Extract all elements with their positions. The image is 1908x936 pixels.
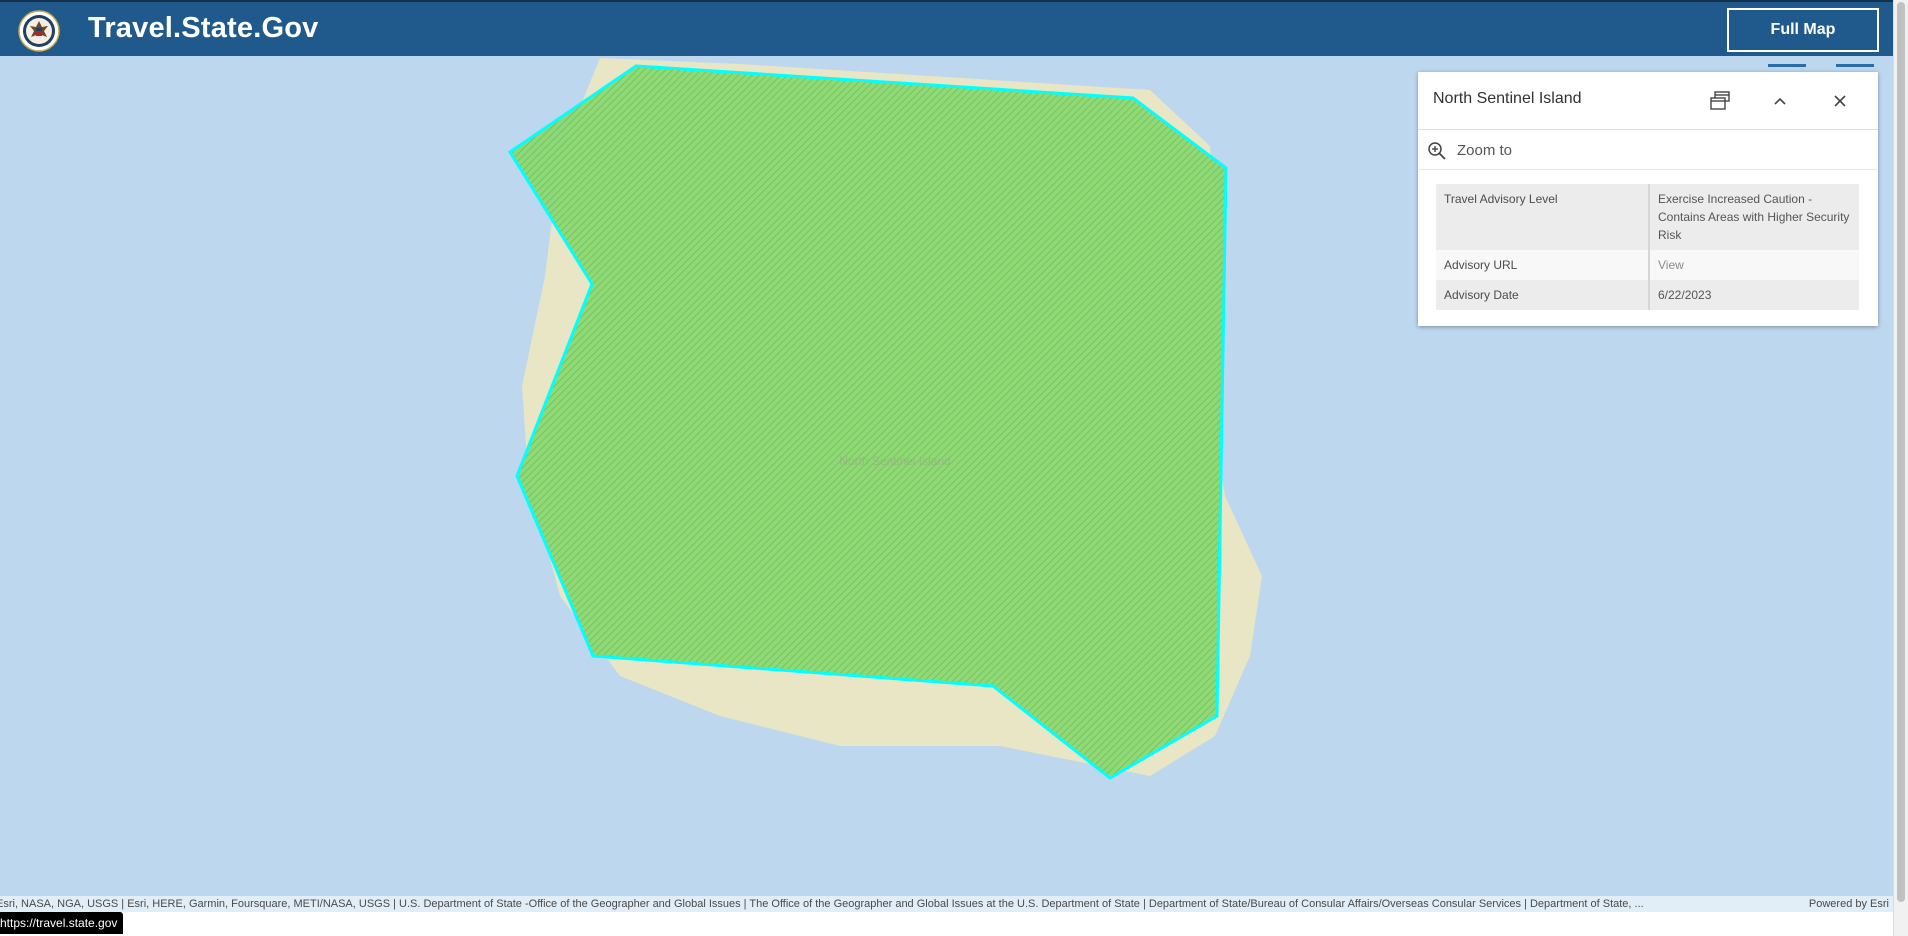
advisory-url-link[interactable]: View: [1649, 250, 1859, 280]
attribute-value: 6/22/2023: [1649, 280, 1859, 310]
page-bottom-strip: [0, 912, 1893, 936]
island-map-label: North Sentinel Island: [839, 454, 951, 468]
map-widget-tab-right[interactable]: [1836, 64, 1874, 67]
attribute-table: Travel Advisory Level Exercise Increased…: [1436, 184, 1859, 310]
close-popup-button[interactable]: [1825, 86, 1855, 116]
close-icon: [1834, 95, 1846, 107]
powered-by-esri-link[interactable]: Powered by Esri: [1809, 896, 1889, 912]
table-row: Advisory Date 6/22/2023: [1436, 280, 1859, 310]
browser-status-url: https://travel.state.gov: [0, 912, 124, 934]
attribute-key: Advisory URL: [1436, 250, 1650, 280]
vertical-scrollbar[interactable]: [1893, 0, 1908, 936]
popup-title: North Sentinel Island: [1433, 90, 1582, 107]
popup-header: North Sentinel Island: [1418, 72, 1878, 130]
site-title[interactable]: Travel.State.Gov: [88, 12, 318, 45]
zoom-in-icon: [1428, 142, 1446, 160]
us-state-department-seal-icon[interactable]: [18, 10, 60, 52]
zoom-to-action[interactable]: Zoom to: [1418, 130, 1878, 170]
full-map-button[interactable]: Full Map: [1727, 8, 1879, 52]
attribution-text: Esri, NASA, NGA, USGS | Esri, HERE, Garm…: [0, 898, 1644, 910]
map-widget-tab-left[interactable]: [1768, 64, 1806, 67]
attribute-key: Travel Advisory Level: [1436, 184, 1650, 250]
dock-icon: [1710, 91, 1730, 110]
collapse-popup-button[interactable]: [1765, 86, 1795, 116]
table-row: Advisory URL View: [1436, 250, 1859, 280]
zoom-to-label: Zoom to: [1457, 142, 1513, 159]
dock-popup-button[interactable]: [1705, 86, 1735, 116]
feature-popup: North Sentinel Island Zoom to Travel Adv…: [1418, 72, 1878, 326]
chevron-up-icon: [1774, 97, 1786, 105]
map-attribution[interactable]: Esri, NASA, NGA, USGS | Esri, HERE, Garm…: [0, 896, 1893, 912]
site-header: Travel.State.Gov Full Map: [0, 0, 1893, 56]
attribute-value: Exercise Increased Caution - Contains Ar…: [1649, 184, 1859, 250]
scrollbar-thumb[interactable]: [1897, 2, 1905, 902]
table-row: Travel Advisory Level Exercise Increased…: [1436, 184, 1859, 250]
attribute-key: Advisory Date: [1436, 280, 1650, 310]
